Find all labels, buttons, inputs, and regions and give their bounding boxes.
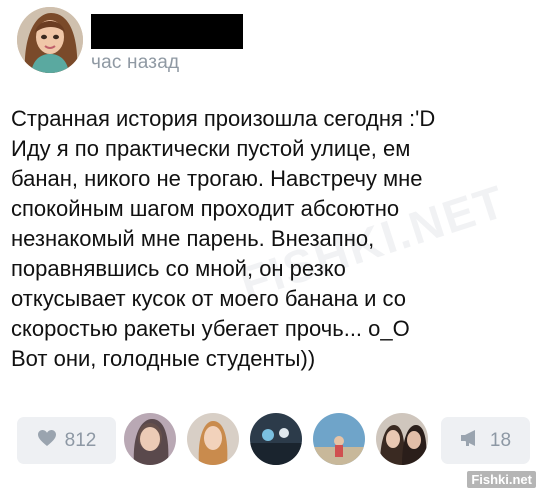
likers-avatars (124, 413, 434, 469)
post-text-line: спокойным шагом проходит абсоютно (11, 196, 400, 221)
liker-avatar[interactable] (187, 413, 239, 465)
liker-avatar[interactable] (250, 413, 302, 465)
post-timestamp[interactable]: час назад (91, 52, 179, 74)
post-text-line: Странная история произошла сегодня :'D (11, 106, 436, 131)
liker-avatar[interactable] (124, 413, 176, 465)
heart-icon (37, 429, 57, 453)
post-text: Странная история произошла сегодня :'D И… (11, 104, 531, 374)
post-text-line: откусывает кусок от моего банана и со (11, 286, 407, 311)
liker-avatar[interactable] (376, 413, 428, 465)
post-text-line: Иду я по практически пустой улице, ем (11, 136, 411, 161)
watermark-logo: Fishki.net (467, 471, 536, 488)
post-card: час назад FISHKI.NET Странная история пр… (0, 0, 540, 490)
author-name-redacted (91, 14, 243, 49)
liker-avatar[interactable] (313, 413, 365, 465)
like-count: 812 (64, 429, 97, 451)
like-button[interactable]: 812 (17, 417, 116, 464)
share-count: 18 (489, 429, 512, 451)
share-button[interactable]: 18 (441, 417, 530, 464)
author-avatar[interactable] (17, 7, 83, 73)
post-text-line: поравнявшись со мной, он резко (11, 256, 346, 281)
post-text-line: банан, никого не трогаю. Навстречу мне (11, 166, 423, 191)
post-text-line: незнакомый мне парень. Внезапно, (11, 226, 375, 251)
post-text-line: скоростью ракеты убегает прочь... о_О (11, 316, 410, 341)
post-text-line: Вот они, голодные студенты)) (11, 346, 316, 371)
megaphone-icon (460, 429, 482, 453)
